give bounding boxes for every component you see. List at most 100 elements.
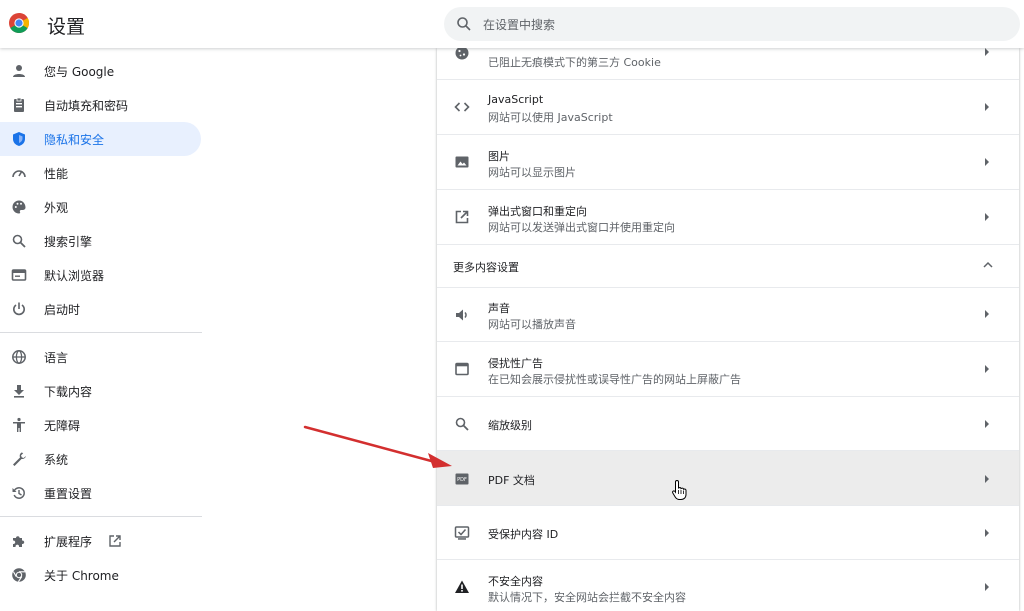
settings-row-pdf-documents[interactable]: PDF PDF 文档	[437, 450, 1019, 505]
row-title: 声音	[488, 302, 510, 315]
sidebar-item-autofill[interactable]: 自动填充和密码	[0, 88, 201, 122]
window-icon	[455, 362, 469, 376]
warning-icon	[455, 580, 469, 593]
arrow-right-icon	[985, 158, 989, 166]
sidebar-item-label: 语言	[44, 351, 69, 365]
row-subtitle: 已阻止无痕模式下的第三方 Cookie	[488, 56, 661, 69]
settings-sidebar: 您与 Google 自动填充和密码 隐私和安全 性能 外观 搜索引擎 默认浏览器…	[0, 48, 204, 611]
section-title: 更多内容设置	[453, 261, 519, 274]
settings-row-third-party-cookies[interactable]: 已阻止无痕模式下的第三方 Cookie	[437, 48, 1019, 79]
hand-cursor-icon	[672, 479, 687, 500]
site-settings-card: 已阻止无痕模式下的第三方 Cookie JavaScript 网站可以使用 Ja…	[437, 48, 1019, 611]
sidebar-item-default-browser[interactable]: 默认浏览器	[0, 258, 201, 292]
more-content-settings-header[interactable]: 更多内容设置	[437, 244, 1019, 287]
reset-icon	[12, 487, 25, 499]
settings-row-javascript[interactable]: JavaScript 网站可以使用 JavaScript	[437, 79, 1019, 134]
arrow-right-icon	[985, 213, 989, 221]
arrow-right-icon	[985, 310, 989, 318]
arrow-right-icon	[985, 529, 989, 537]
arrow-right-icon	[985, 420, 989, 428]
sidebar-item-label: 系统	[44, 453, 69, 467]
arrow-right-icon	[985, 48, 989, 56]
sidebar-item-system[interactable]: 系统	[0, 442, 201, 476]
sidebar-item-reset-settings[interactable]: 重置设置	[0, 476, 201, 510]
sidebar-item-label: 下载内容	[44, 385, 93, 399]
person-icon	[13, 65, 25, 77]
row-subtitle: 网站可以显示图片	[488, 166, 576, 179]
sidebar-item-label: 外观	[44, 201, 69, 215]
search-input[interactable]: 在设置中搜索	[483, 16, 555, 33]
search-icon	[457, 17, 471, 31]
open-in-new-icon	[455, 210, 469, 224]
speedometer-icon	[12, 170, 26, 178]
settings-row-images[interactable]: 图片 网站可以显示图片	[437, 134, 1019, 189]
sidebar-item-label: 启动时	[44, 303, 81, 317]
row-title: 弹出式窗口和重定向	[488, 205, 587, 218]
settings-header: 设置 在设置中搜索	[0, 0, 1024, 48]
sidebar-item-you-and-google[interactable]: 您与 Google	[0, 54, 201, 88]
sidebar-item-label: 您与 Google	[44, 65, 115, 79]
svg-text:PDF: PDF	[457, 477, 467, 483]
row-subtitle: 网站可以播放声音	[488, 318, 576, 331]
settings-row-protected-content[interactable]: 受保护内容 ID	[437, 505, 1019, 559]
sidebar-item-label: 自动填充和密码	[44, 99, 129, 113]
accessibility-icon	[13, 417, 25, 432]
settings-row-popups[interactable]: 弹出式窗口和重定向 网站可以发送弹出式窗口并使用重定向	[437, 189, 1019, 244]
puzzle-icon	[13, 536, 25, 547]
row-title: 侵扰性广告	[488, 357, 543, 370]
pdf-icon: PDF	[455, 473, 469, 485]
settings-row-intrusive-ads[interactable]: 侵扰性广告 在已知会展示侵扰性或误导性广告的网站上屏蔽广告	[437, 341, 1019, 396]
row-title: 缩放级别	[488, 419, 532, 432]
row-subtitle: 网站可以使用 JavaScript	[488, 111, 613, 124]
row-title: JavaScript	[488, 93, 544, 106]
clipboard-icon	[14, 97, 24, 112]
sidebar-item-label: 无障碍	[44, 419, 81, 433]
open-in-new-icon	[109, 535, 121, 547]
page-title: 设置	[47, 16, 86, 38]
volume-icon	[456, 309, 467, 321]
code-icon	[454, 102, 470, 112]
row-title: 图片	[488, 150, 510, 163]
row-title: 不安全内容	[488, 575, 543, 588]
settings-search-bar[interactable]: 在设置中搜索	[444, 7, 1020, 41]
arrow-right-icon	[985, 103, 989, 111]
sidebar-item-on-startup[interactable]: 启动时	[0, 292, 201, 326]
power-icon	[13, 302, 25, 316]
sidebar-item-label: 隐私和安全	[44, 133, 105, 147]
globe-icon	[12, 350, 26, 364]
palette-icon	[12, 200, 26, 214]
sidebar-item-languages[interactable]: 语言	[0, 340, 201, 374]
sidebar-divider	[0, 332, 202, 333]
annotation-arrow-icon	[303, 425, 452, 468]
row-title: 受保护内容 ID	[488, 528, 559, 541]
sidebar-item-label: 重置设置	[44, 487, 93, 501]
sidebar-item-downloads[interactable]: 下载内容	[0, 374, 201, 408]
arrow-right-icon	[985, 365, 989, 373]
cookie-icon	[455, 48, 469, 60]
sidebar-item-appearance[interactable]: 外观	[0, 190, 201, 224]
shield-icon	[13, 132, 25, 146]
sidebar-item-performance[interactable]: 性能	[0, 156, 201, 190]
settings-row-sound[interactable]: 声音 网站可以播放声音	[437, 287, 1019, 341]
sidebar-item-search-engine[interactable]: 搜索引擎	[0, 224, 201, 258]
protected-content-icon	[454, 526, 470, 540]
chrome-icon	[12, 568, 26, 583]
sidebar-item-privacy[interactable]: 隐私和安全	[0, 122, 201, 156]
sidebar-item-accessibility[interactable]: 无障碍	[0, 408, 201, 442]
sidebar-item-label: 搜索引擎	[44, 235, 93, 249]
settings-row-zoom-levels[interactable]: 缩放级别	[437, 396, 1019, 450]
chevron-up-icon[interactable]	[983, 261, 993, 269]
wrench-icon	[13, 452, 26, 466]
sidebar-item-about-chrome[interactable]: 关于 Chrome	[0, 558, 201, 592]
search-icon	[12, 234, 26, 248]
sidebar-item-label: 关于 Chrome	[44, 569, 119, 583]
arrow-right-icon	[985, 583, 989, 591]
row-subtitle: 网站可以发送弹出式窗口并使用重定向	[488, 221, 675, 234]
row-subtitle: 在已知会展示侵扰性或误导性广告的网站上屏蔽广告	[488, 373, 741, 386]
arrow-right-icon	[985, 475, 989, 483]
image-icon	[455, 156, 469, 168]
settings-row-insecure-content[interactable]: 不安全内容 默认情况下，安全网站会拦截不安全内容	[437, 559, 1019, 611]
sidebar-item-extensions[interactable]: 扩展程序	[0, 524, 201, 558]
row-title: PDF 文档	[488, 474, 535, 487]
chrome-logo-icon	[9, 13, 29, 33]
